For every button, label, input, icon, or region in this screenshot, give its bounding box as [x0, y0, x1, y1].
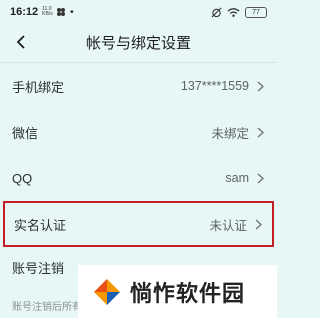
wifi-icon — [227, 7, 240, 17]
chevron-right-icon — [257, 80, 265, 92]
qq-binding-row[interactable]: QQ sam — [0, 155, 277, 201]
status-time: 16:12 — [10, 6, 39, 18]
watermark-text: 惝怍软件园 — [130, 280, 246, 306]
chevron-right-icon — [257, 172, 265, 184]
alarm-icon — [211, 7, 222, 17]
row-label: QQ — [12, 170, 33, 186]
row-label: 手机绑定 — [12, 79, 65, 95]
wechat-status-value: 未绑定 — [211, 126, 249, 141]
qq-account-value: sam — [225, 171, 249, 185]
chevron-right-icon — [255, 218, 263, 230]
battery-indicator: 77 — [245, 6, 267, 18]
watermark-overlay: 惝怍软件园 — [78, 265, 277, 318]
verification-status-value: 未认证 — [209, 218, 247, 233]
logo-icon — [94, 278, 120, 305]
deletion-footnote: 账号注销后所有 — [12, 302, 82, 313]
network-speed: 11.0 KB/s — [42, 6, 53, 17]
row-label: 账号注销 — [12, 260, 65, 276]
row-label: 微信 — [12, 125, 39, 141]
page-title: 帐号与绑定设置 — [85, 34, 191, 52]
real-name-verification-row[interactable]: 实名认证 未认证 — [3, 201, 274, 247]
status-bar: 16:12 11.0 KB/s • 77 — [0, 0, 277, 24]
row-label: 实名认证 — [14, 217, 67, 233]
app-notification-icon — [57, 8, 66, 16]
phone-binding-row[interactable]: 手机绑定 137****1559 — [0, 63, 277, 109]
chevron-left-icon — [16, 35, 25, 49]
battery-level: 77 — [252, 8, 260, 16]
wechat-binding-row[interactable]: 微信 未绑定 — [0, 109, 277, 155]
phone-number-value: 137****1559 — [180, 79, 249, 93]
settings-list: 手机绑定 137****1559 微信 未绑定 QQ sam 实名认证 未认证 … — [0, 63, 277, 287]
more-notifications-icon: • — [70, 6, 74, 18]
top-bar: 帐号与绑定设置 — [0, 26, 277, 58]
chevron-right-icon — [257, 126, 265, 138]
back-button[interactable] — [8, 28, 34, 56]
